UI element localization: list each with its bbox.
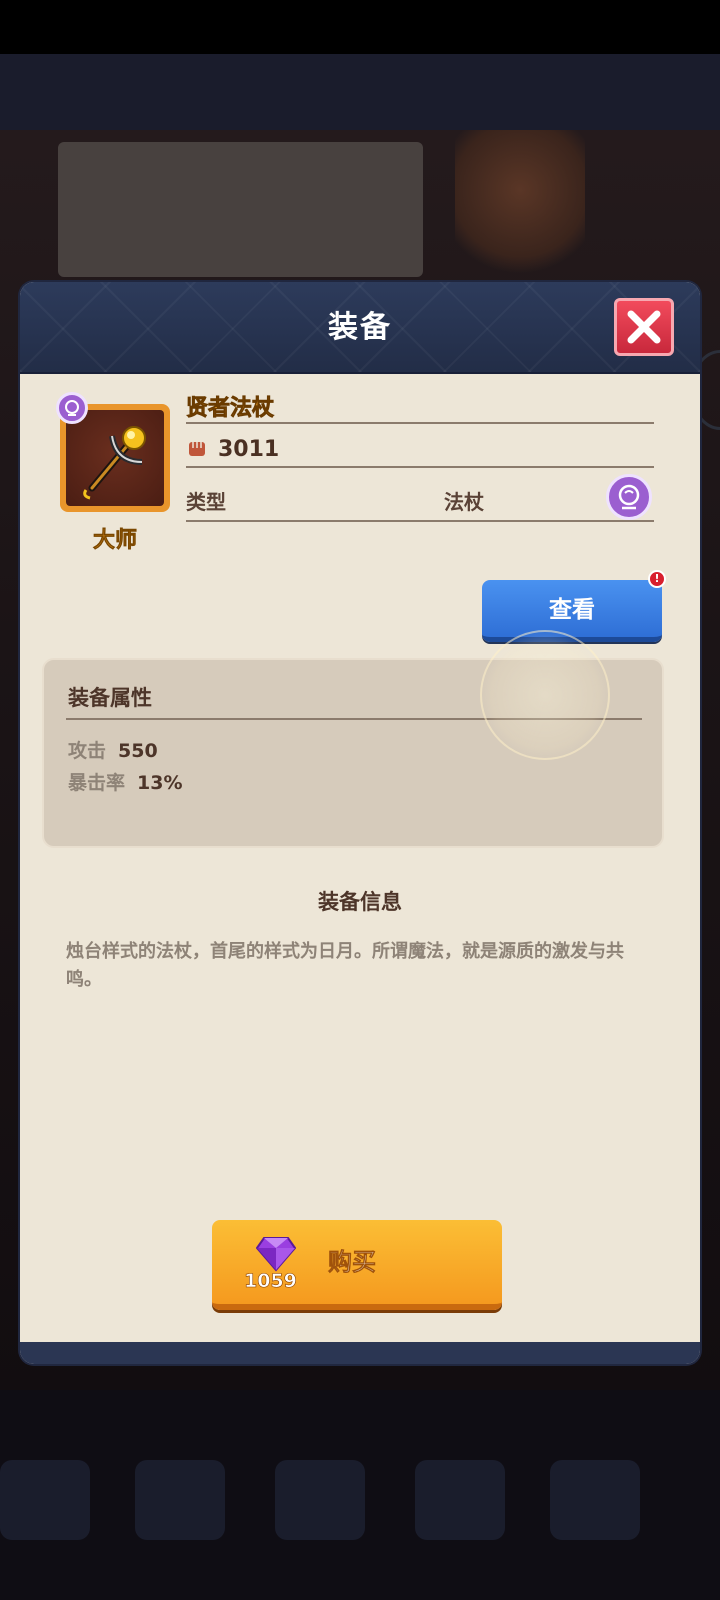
mage-class-badge	[56, 392, 88, 424]
bottom-tab	[0, 1460, 90, 1540]
background-character	[455, 130, 585, 280]
mage-head-icon	[618, 484, 640, 510]
item-type-row: 类型 法杖	[186, 474, 654, 522]
item-power-row: 3011	[186, 432, 654, 468]
buy-label: 购买	[328, 1248, 377, 1277]
game-top-bar	[0, 54, 720, 130]
bottom-tab	[550, 1460, 640, 1540]
attributes-title: 装备属性	[68, 686, 152, 710]
bottom-tab	[135, 1460, 225, 1540]
bottom-tab	[275, 1460, 365, 1540]
item-name: 贤者法杖	[186, 396, 275, 422]
view-button[interactable]: 查看	[482, 580, 662, 642]
golden-staff-icon	[83, 426, 146, 500]
item-grade: 大师	[92, 528, 138, 554]
modal-title: 装备	[328, 310, 392, 345]
fist-icon	[189, 442, 205, 456]
class-badge	[606, 474, 652, 520]
info-title: 装备信息	[318, 890, 402, 914]
attribute-value: 13%	[137, 772, 183, 794]
bottom-tab	[415, 1460, 505, 1540]
close-x-icon	[627, 310, 661, 344]
purple-gem-icon	[256, 1237, 296, 1272]
status-bar	[0, 0, 720, 54]
price-value: 1059	[244, 1270, 297, 1293]
attribute-key: 暴击率	[68, 772, 126, 794]
notification-badge: !	[648, 570, 666, 588]
item-type-value: 法杖	[444, 490, 484, 514]
item-image-bg	[66, 410, 164, 506]
bottom-tab-bar	[0, 1390, 720, 1600]
buy-button[interactable]: 1059 购买	[212, 1220, 502, 1310]
modal-footer	[20, 1342, 700, 1364]
mage-head-icon	[65, 400, 79, 416]
attribute-value: 550	[118, 740, 158, 762]
tap-glow-effect	[480, 630, 610, 760]
item-type-label: 类型	[186, 490, 226, 514]
item-name-row: 贤者法杖	[186, 390, 654, 424]
attribute-key: 攻击	[68, 740, 107, 762]
close-button[interactable]	[614, 298, 674, 356]
equipment-modal: 装备 大师 贤者法杖 3011 类型 法杖 查看 ! 装备属性 攻击 550 暴…	[20, 282, 700, 1364]
item-power-value: 3011	[218, 436, 280, 462]
attribute-row-crit: 暴击率 13%	[68, 768, 183, 795]
background-dialog-panel	[58, 142, 423, 277]
info-description: 烛台样式的法杖，首尾的样式为日月。所谓魔法，就是源质的激发与共鸣。	[66, 941, 624, 990]
attribute-row-attack: 攻击 550	[68, 736, 158, 763]
